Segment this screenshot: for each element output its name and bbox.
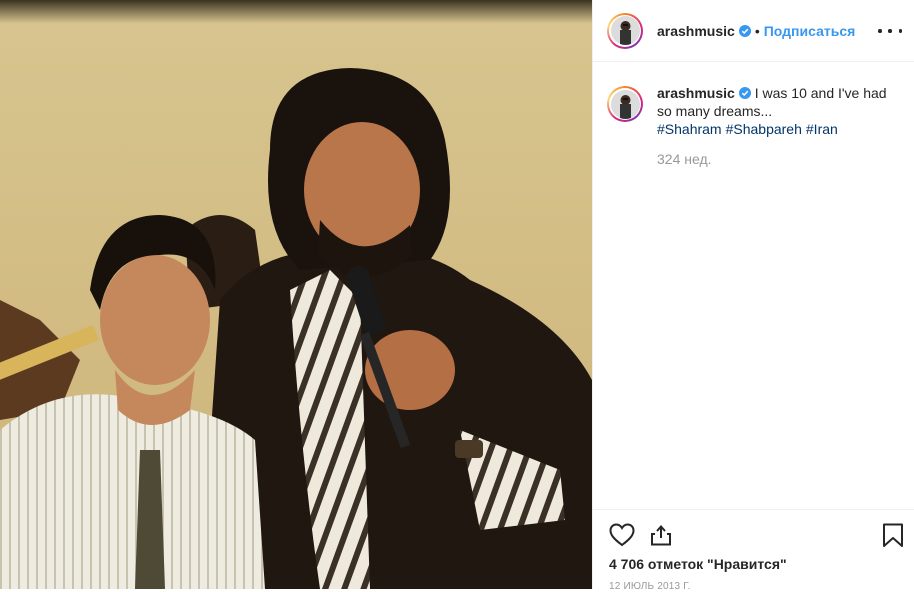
- bookmark-icon[interactable]: [882, 523, 904, 548]
- more-options-icon[interactable]: [878, 22, 902, 40]
- header-separator: •: [754, 22, 760, 39]
- share-icon[interactable]: [649, 523, 673, 547]
- action-row: [593, 510, 914, 558]
- verified-badge-icon: [738, 87, 751, 99]
- heart-icon[interactable]: [609, 523, 635, 547]
- author-username[interactable]: arashmusic: [657, 23, 735, 39]
- likes-count[interactable]: 4 706 отметок "Нравится": [609, 556, 787, 572]
- post-actions: 4 706 отметок "Нравится" 12 июль 2013 г.: [593, 509, 914, 592]
- avatar-picture: [610, 89, 640, 119]
- post-date: 12 июль 2013 г.: [609, 581, 691, 592]
- post-details-panel: arashmusic • Подписаться arashmusic I wa…: [592, 0, 914, 592]
- caption-body: arashmusic I was 10 and I've had so many…: [657, 84, 889, 168]
- caption-age: 324 нед.: [657, 151, 712, 167]
- avatar-image: [610, 89, 640, 119]
- caption-comment: arashmusic I was 10 and I've had so many…: [593, 62, 914, 168]
- caption-username[interactable]: arashmusic: [657, 85, 735, 101]
- post-header: arashmusic • Подписаться: [593, 0, 914, 62]
- avatar-image: [610, 16, 640, 45]
- more-dot: [898, 29, 902, 33]
- caption-hashtags: #Shahram #Shabpareh #Iran: [657, 120, 889, 138]
- author-avatar[interactable]: [607, 12, 643, 49]
- more-dot: [878, 29, 882, 33]
- more-dot: [888, 29, 892, 33]
- avatar-inner: [609, 88, 641, 120]
- post-photo[interactable]: [0, 0, 592, 589]
- hashtag-link[interactable]: #Shabpareh: [726, 121, 802, 137]
- avatar-inner: [609, 14, 641, 47]
- caption-author-avatar[interactable]: [607, 86, 643, 122]
- avatar-picture: [610, 16, 640, 45]
- hashtag-link[interactable]: #Shahram: [657, 121, 722, 137]
- post-photo-image: [0, 0, 592, 589]
- verified-badge-icon: [738, 24, 751, 37]
- hashtag-link[interactable]: #Iran: [806, 121, 838, 137]
- follow-button[interactable]: Подписаться: [764, 23, 856, 39]
